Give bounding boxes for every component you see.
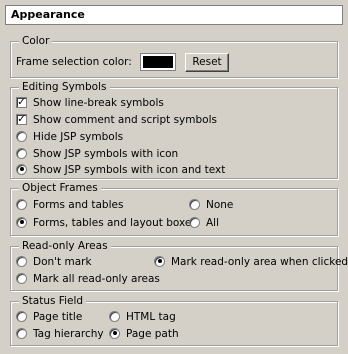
frames-all-radio[interactable]: All	[189, 215, 219, 231]
mark-all-label: Mark all read-only areas	[33, 273, 160, 285]
radio-unselected-icon[interactable]	[16, 198, 27, 210]
frame-selection-color-swatch[interactable]	[140, 53, 176, 71]
reset-button[interactable]: Reset	[185, 53, 229, 72]
mark-when-clicked-radio[interactable]: Mark read-only area when clicked	[154, 254, 348, 270]
show-jsp-icon-radio[interactable]: Show JSP symbols with icon	[16, 146, 178, 162]
radio-unselected-icon[interactable]	[16, 255, 27, 267]
status-field-group: Status Field Page title HTML tag Tag hie…	[10, 295, 338, 346]
radio-unselected-icon[interactable]	[189, 198, 200, 210]
show-jsp-icon-text-radio[interactable]: Show JSP symbols with icon and text	[16, 162, 225, 178]
radio-unselected-icon[interactable]	[16, 130, 27, 142]
show-line-break-checkbox[interactable]: ✓ Show line-break symbols	[16, 95, 164, 111]
checkbox-checked-icon[interactable]: ✓	[16, 96, 27, 108]
editing-symbols-legend: Editing Symbols	[19, 81, 110, 94]
forms-tables-layout-radio[interactable]: Forms, tables and layout boxes	[16, 215, 197, 231]
radio-unselected-icon[interactable]	[16, 147, 27, 159]
dont-mark-radio[interactable]: Don't mark	[16, 254, 92, 270]
html-tag-radio[interactable]: HTML tag	[109, 309, 176, 325]
page-title-label: Page title	[33, 311, 83, 323]
forms-and-tables-radio[interactable]: Forms and tables	[16, 197, 123, 213]
color-group: Color Frame selection color: Reset	[10, 35, 338, 78]
page-title: Appearance	[5, 5, 343, 25]
object-frames-group: Object Frames Forms and tables None Form…	[10, 182, 338, 236]
read-only-areas-group: Read-only Areas Don't mark Mark read-onl…	[10, 240, 348, 291]
tag-hierarchy-label: Tag hierarchy	[33, 328, 104, 340]
frame-selection-color-label: Frame selection color:	[16, 56, 132, 68]
show-jsp-icon-text-label: Show JSP symbols with icon and text	[33, 164, 226, 176]
frames-none-radio[interactable]: None	[189, 197, 233, 213]
radio-unselected-icon[interactable]	[16, 327, 27, 339]
show-jsp-icon-label: Show JSP symbols with icon	[33, 148, 179, 160]
radio-selected-icon[interactable]	[16, 163, 27, 175]
radio-selected-icon[interactable]	[154, 255, 165, 267]
show-comment-script-checkbox[interactable]: ✓ Show comment and script symbols	[16, 112, 217, 128]
color-group-legend: Color	[19, 35, 53, 48]
html-tag-label: HTML tag	[126, 311, 176, 323]
object-frames-legend: Object Frames	[19, 182, 101, 195]
mark-all-radio[interactable]: Mark all read-only areas	[16, 271, 160, 287]
frames-none-label: None	[206, 199, 234, 211]
show-comment-script-label: Show comment and script symbols	[33, 114, 217, 126]
mark-when-clicked-label: Mark read-only area when clicked	[171, 256, 348, 268]
radio-unselected-icon[interactable]	[109, 310, 120, 322]
show-line-break-label: Show line-break symbols	[33, 97, 164, 109]
radio-unselected-icon[interactable]	[16, 272, 27, 284]
checkbox-checked-icon[interactable]: ✓	[16, 113, 27, 125]
dont-mark-label: Don't mark	[33, 256, 92, 268]
radio-selected-icon[interactable]	[16, 216, 27, 228]
tag-hierarchy-radio[interactable]: Tag hierarchy	[16, 326, 104, 342]
radio-unselected-icon[interactable]	[16, 310, 27, 322]
page-path-radio[interactable]: Page path	[109, 326, 179, 342]
forms-tables-layout-label: Forms, tables and layout boxes	[33, 217, 197, 229]
hide-jsp-label: Hide JSP symbols	[33, 131, 124, 143]
frames-all-label: All	[206, 217, 220, 229]
page-path-label: Page path	[126, 328, 179, 340]
page-title-radio[interactable]: Page title	[16, 309, 82, 325]
hide-jsp-radio[interactable]: Hide JSP symbols	[16, 129, 123, 145]
read-only-areas-legend: Read-only Areas	[19, 240, 111, 253]
radio-selected-icon[interactable]	[109, 327, 120, 339]
radio-unselected-icon[interactable]	[189, 216, 200, 228]
status-field-legend: Status Field	[19, 295, 87, 308]
forms-and-tables-label: Forms and tables	[33, 199, 124, 211]
editing-symbols-group: Editing Symbols ✓ Show line-break symbols…	[10, 81, 338, 179]
